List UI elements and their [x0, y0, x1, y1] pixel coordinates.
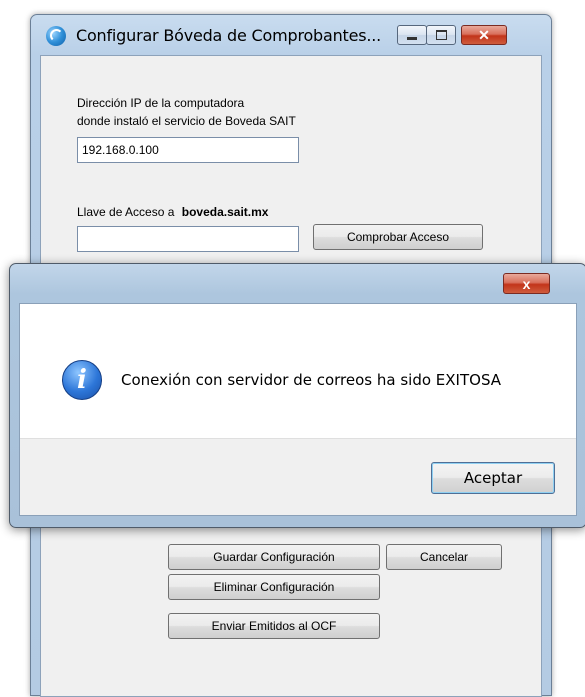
app-disc-icon: [46, 26, 66, 46]
message-dialog: x i Conexión con servidor de correos ha …: [9, 263, 585, 528]
ip-label-line1: Dirección IP de la computadora: [77, 96, 245, 110]
delete-config-button[interactable]: Eliminar Configuración: [168, 574, 380, 600]
access-key-domain: boveda.sait.mx: [181, 205, 269, 219]
save-config-button[interactable]: Guardar Configuración: [168, 544, 380, 570]
access-key-input[interactable]: [77, 226, 299, 252]
title-bar[interactable]: Configurar Bóveda de Comprobantes... ✕: [31, 15, 551, 55]
ok-button[interactable]: Aceptar: [431, 462, 555, 494]
close-icon: ✕: [478, 26, 490, 43]
ip-address-input[interactable]: [77, 137, 299, 163]
dialog-close-button[interactable]: x: [503, 273, 550, 294]
minimize-icon: [407, 36, 417, 40]
cancel-button[interactable]: Cancelar: [386, 544, 502, 570]
dialog-message: Conexión con servidor de correos ha sido…: [121, 371, 502, 389]
window-title: Configurar Bóveda de Comprobantes...: [76, 26, 382, 45]
access-key-label-text: Llave de Acceso a: [77, 205, 175, 219]
send-ocf-button[interactable]: Enviar Emitidos al OCF: [168, 613, 380, 639]
ip-label-line2: donde instaló el servicio de Boveda SAIT: [77, 114, 296, 128]
maximize-button[interactable]: [426, 25, 456, 45]
information-icon: i: [62, 360, 102, 400]
dialog-body: i Conexión con servidor de correos ha si…: [19, 303, 577, 516]
maximize-icon: [435, 30, 447, 40]
access-key-label: Llave de Acceso a boveda.sait.mx: [77, 205, 268, 219]
dialog-footer: Aceptar: [20, 438, 576, 515]
window-close-button[interactable]: ✕: [461, 25, 507, 45]
close-icon: x: [522, 275, 531, 292]
minimize-button[interactable]: [397, 25, 427, 45]
check-access-button[interactable]: Comprobar Acceso: [313, 224, 483, 250]
